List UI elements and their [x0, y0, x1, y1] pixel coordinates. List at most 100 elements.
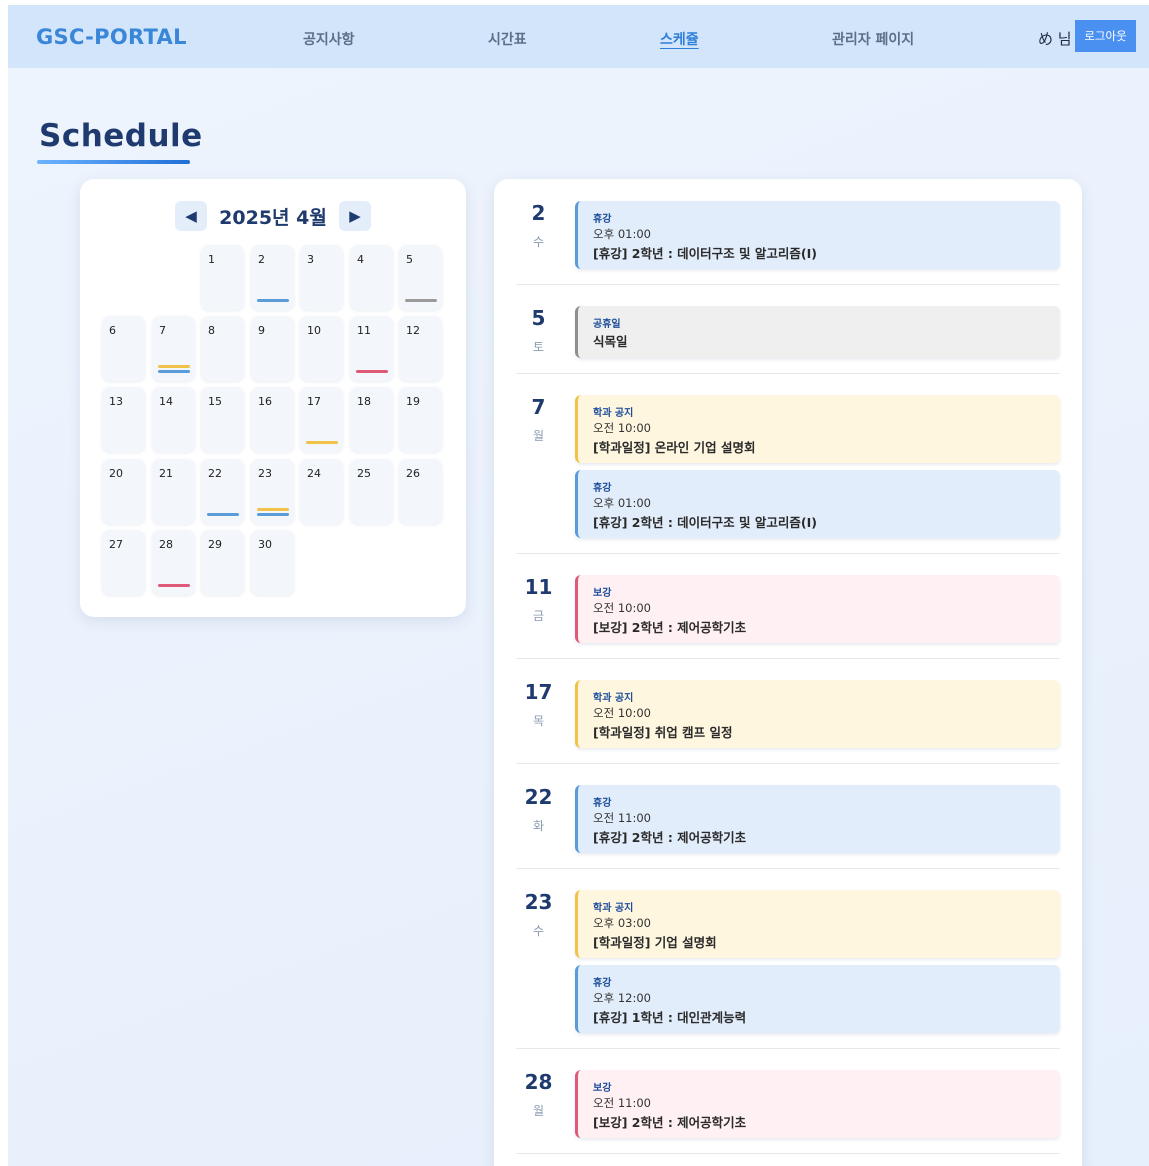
- date-weekday: 월: [532, 429, 545, 443]
- calendar-day-number: 26: [406, 467, 420, 480]
- schedule-event[interactable]: 보강 오전 11:00 [보강] 2학년 : 제어공학기초: [575, 1070, 1060, 1138]
- date-number: 11: [524, 575, 553, 599]
- event-title: [보강] 2학년 : 제어공학기초: [593, 620, 747, 635]
- event-time: 오후 01:00: [593, 496, 651, 510]
- date-weekday: 수: [532, 924, 545, 938]
- calendar-day[interactable]: 24: [300, 459, 343, 524]
- date-number: 28: [524, 1070, 553, 1094]
- date-group-divider: [516, 553, 1060, 554]
- event-category: 휴강: [593, 798, 612, 809]
- prev-month-button[interactable]: ◀: [175, 201, 207, 231]
- date-weekday: 토: [532, 340, 545, 354]
- calendar-day[interactable]: 22: [201, 459, 244, 524]
- calendar-day[interactable]: 17: [300, 387, 343, 452]
- date-weekday: 금: [532, 609, 545, 623]
- calendar-day-number: 24: [307, 467, 321, 480]
- calendar-day-number: 14: [159, 395, 173, 408]
- calendar-day-number: 12: [406, 324, 420, 337]
- date-weekday: 월: [532, 1104, 545, 1118]
- schedule-event[interactable]: 공휴일 식목일: [575, 306, 1060, 358]
- calendar-day-number: 27: [109, 538, 123, 551]
- calendar-day[interactable]: 5: [399, 245, 442, 310]
- calendar-day[interactable]: 3: [300, 245, 343, 310]
- nav-admin[interactable]: 관리자 페이지: [832, 29, 914, 49]
- calendar-day-number: 8: [208, 324, 215, 337]
- portal-logo[interactable]: GSC-PORTAL: [36, 25, 187, 49]
- date-number: 5: [531, 306, 546, 330]
- calendar-day[interactable]: 20: [102, 459, 145, 524]
- schedule-event[interactable]: 학과 공지오전 10:00 [학과일정] 취업 캠프 일정: [575, 680, 1060, 748]
- date-number: 7: [531, 395, 546, 419]
- schedule-event[interactable]: 보강 오전 10:00 [보강] 2학년 : 제어공학기초: [575, 575, 1060, 643]
- event-marker: [257, 513, 289, 516]
- date-weekday: 수: [532, 235, 545, 249]
- calendar-day[interactable]: 29: [201, 530, 244, 595]
- event-title: [휴강] 2학년 : 제어공학기초: [593, 830, 747, 845]
- schedule-event[interactable]: 휴강 오후 01:00 [휴강] 2학년 : 데이터구조 및 알고리즘(I): [575, 201, 1060, 269]
- calendar-day-number: 16: [258, 395, 272, 408]
- schedule-event[interactable]: 학과 공지 오전 10:00 [학과일정] 온라인 기업 설명회: [575, 395, 1060, 463]
- event-marker: [306, 441, 338, 444]
- event-title: [보강] 2학년 : 제어공학기초: [593, 1115, 747, 1130]
- calendar-day[interactable]: 13: [102, 387, 145, 452]
- schedule-event[interactable]: 휴강오전 11:00 [휴강] 2학년 : 제어공학기초: [575, 785, 1060, 853]
- nav-notices[interactable]: 공지사항: [303, 29, 355, 49]
- calendar-day[interactable]: 18: [350, 387, 393, 452]
- calendar-day-number: 10: [307, 324, 321, 337]
- calendar-day[interactable]: 14: [152, 387, 195, 452]
- event-marker: [158, 365, 190, 368]
- calendar-day[interactable]: 25: [350, 459, 393, 524]
- calendar-day[interactable]: 23: [251, 459, 294, 524]
- calendar-day-number: 2: [258, 253, 265, 266]
- calendar-day[interactable]: 2: [251, 245, 294, 310]
- logout-button[interactable]: 로그아웃: [1075, 20, 1136, 52]
- event-title: [휴강] 2학년 : 데이터구조 및 알고리즘(I): [593, 515, 817, 530]
- calendar-day[interactable]: 27: [102, 530, 145, 595]
- calendar-day[interactable]: 28: [152, 530, 195, 595]
- event-title: [학과일정] 온라인 기업 설명회: [593, 440, 756, 455]
- calendar-day[interactable]: 21: [152, 459, 195, 524]
- date-weekday: 화: [532, 819, 545, 833]
- next-month-button[interactable]: ▶: [339, 201, 371, 231]
- event-marker: [257, 508, 289, 511]
- calendar-day-number: 9: [258, 324, 265, 337]
- event-category: 학과 공지: [593, 693, 634, 704]
- event-title: [학과일정] 기업 설명회: [593, 935, 717, 950]
- event-time: 오전 10:00: [593, 601, 651, 615]
- calendar-day[interactable]: 12: [399, 316, 442, 381]
- calendar-day-number: 5: [406, 253, 413, 266]
- schedule-event[interactable]: 학과 공지 오후 03:00 [학과일정] 기업 설명회: [575, 890, 1060, 958]
- top-navbar: GSC-PORTAL 공지사항 시간표 스케쥴 관리자 페이지 め 님 로그아웃: [8, 5, 1149, 68]
- page: GSC-PORTAL 공지사항 시간표 스케쥴 관리자 페이지 め 님 로그아웃…: [8, 5, 1149, 1166]
- calendar-day[interactable]: 11: [350, 316, 393, 381]
- calendar-day[interactable]: 19: [399, 387, 442, 452]
- calendar-day[interactable]: 26: [399, 459, 442, 524]
- schedule-event[interactable]: 휴강 오후 12:00 [휴강] 1학년 : 대인관계능력: [575, 965, 1060, 1033]
- calendar-day[interactable]: 8: [201, 316, 244, 381]
- date-group-divider: [516, 1048, 1060, 1049]
- calendar-day[interactable]: 1: [201, 245, 244, 310]
- event-time: 오전 11:00: [593, 811, 651, 825]
- schedule-event[interactable]: 휴강 오후 01:00 [휴강] 2학년 : 데이터구조 및 알고리즘(I): [575, 470, 1060, 538]
- calendar-day[interactable]: 4: [350, 245, 393, 310]
- calendar-day-number: 29: [208, 538, 222, 551]
- event-title: [학과일정] 취업 캠프 일정: [593, 725, 733, 740]
- date-number: 2: [531, 201, 546, 225]
- calendar-day[interactable]: 7: [152, 316, 195, 381]
- calendar-day[interactable]: 10: [300, 316, 343, 381]
- calendar-day-number: 15: [208, 395, 222, 408]
- calendar-day[interactable]: 30: [251, 530, 294, 595]
- event-time: 오전 10:00: [593, 706, 651, 720]
- calendar-day[interactable]: 6: [102, 316, 145, 381]
- calendar-day-number: 17: [307, 395, 321, 408]
- nav-schedule[interactable]: 스케쥴: [660, 29, 699, 49]
- calendar-day[interactable]: 9: [251, 316, 294, 381]
- date-group-divider: [516, 763, 1060, 764]
- nav-timetable[interactable]: 시간표: [488, 29, 527, 49]
- calendar-day-number: 3: [307, 253, 314, 266]
- calendar-day-number: 18: [357, 395, 371, 408]
- calendar-day[interactable]: 16: [251, 387, 294, 452]
- event-marker: [207, 513, 239, 516]
- calendar-day[interactable]: 15: [201, 387, 244, 452]
- event-title: [휴강] 2학년 : 데이터구조 및 알고리즘(I): [593, 246, 817, 261]
